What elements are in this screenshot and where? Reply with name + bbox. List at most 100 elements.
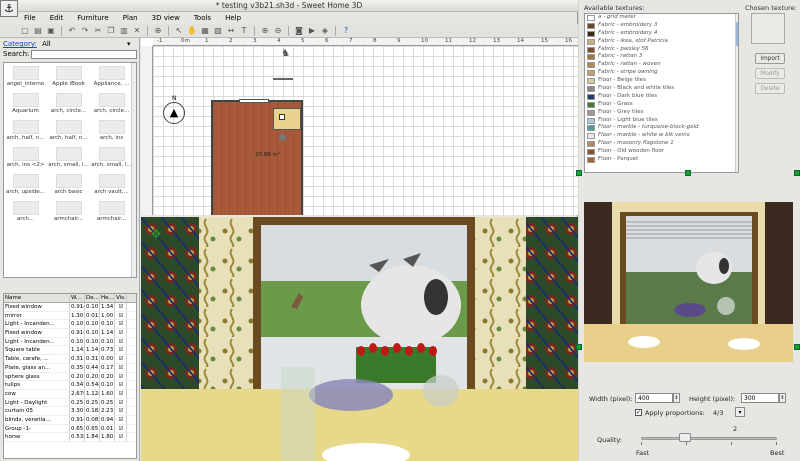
resize-handle[interactable] [685,170,691,176]
create-walls-icon[interactable]: ▦ [200,26,210,36]
menu-furniture[interactable]: Furniture [71,12,114,24]
texture-item[interactable]: a - grid meter [585,14,738,22]
lamp-icon[interactable] [279,134,286,141]
resize-handle[interactable] [794,344,800,350]
table-cell[interactable]: ☑ [115,372,127,381]
menu-edit[interactable]: Edit [44,12,70,24]
catalog-item[interactable]: arch, small, l... [47,144,90,171]
column-header[interactable]: Vis... [115,294,127,302]
catalog-item[interactable]: arch, ins <2> [4,144,47,171]
copy-icon[interactable]: ❐ [106,26,116,36]
category-dropdown-icon[interactable]: ▾ [127,40,131,49]
add-text-icon[interactable]: T [239,26,249,36]
catalog-scrollbar[interactable] [131,63,136,277]
texture-item[interactable]: Fabric - embroidery 4 [585,30,738,38]
table-cell[interactable]: ☑ [115,398,127,407]
room[interactable]: 23.88 m² [211,99,303,215]
3d-view[interactable]: ✥ [141,217,578,461]
catalog-item[interactable]: Apple iBook [47,63,90,90]
menu-3d-view[interactable]: 3D view [146,12,186,24]
table-cell[interactable]: ☑ [115,346,127,355]
table-cell[interactable]: ☑ [115,433,127,441]
table-row[interactable]: blinds, venetia...0.9140.0820.94☑ [4,415,136,425]
catalog-item[interactable]: angel_interno [4,63,47,90]
zoom-out-icon[interactable]: ⊖ [273,26,283,36]
texture-item[interactable]: Fabric - ikea, stof Patricia [585,38,738,46]
catalog-item[interactable]: arch vault,... [90,171,133,198]
resize-handle[interactable] [794,170,800,176]
texture-item[interactable]: Floor - Dark blue tiles [585,93,738,101]
navigation-arrows-icon[interactable]: ✥ [147,225,165,243]
wall-segment[interactable] [273,78,293,80]
texture-list-scrollbar[interactable] [735,14,738,172]
table-row[interactable]: Group -1- 0.65 0.65 0.01 ☑ [4,424,136,434]
table-cell[interactable]: ☑ [115,337,127,346]
menu-file[interactable]: File [18,12,42,24]
open-icon[interactable]: ▤ [33,26,43,36]
menu-help[interactable]: Help [219,12,247,24]
window-top[interactable] [239,99,269,103]
table-row[interactable]: horse0.5381.8431.80☑ [4,433,136,442]
compass-icon[interactable]: N ▲ [163,95,185,124]
table-row[interactable]: Light - Daylight 0.25 0.25 0.25 ☑ [4,398,136,408]
menu-plan[interactable]: Plan [117,12,144,24]
create-rooms-icon[interactable]: ▧ [213,26,223,36]
create-dimensions-icon[interactable]: ↔ [226,26,236,36]
column-header[interactable]: Name [4,294,70,302]
plan-grid[interactable]: 23.88 m² ♞ N ▲ [153,46,578,215]
catalog-item[interactable]: arch, half, n... [47,117,90,144]
table-row[interactable]: sphere glass 0.20 0.20 0.20 ☑ [4,372,136,382]
texture-item[interactable]: Fabric - rattan - woven [585,61,738,69]
pan-mode-icon[interactable]: ✋ [187,26,197,36]
texture-item[interactable]: Fabric - stripe owning [585,69,738,77]
new-icon[interactable]: ▢ [20,26,30,36]
table-row[interactable]: mirror1.300.0121.00☑ [4,311,136,321]
table-cell[interactable]: ☑ [115,407,127,415]
proportions-dropdown-icon[interactable]: ▾ [735,407,745,417]
texture-item[interactable]: Fabric - embroidery 3 [585,22,738,30]
table-cell[interactable]: ☑ [115,389,127,398]
import-button[interactable]: Import [755,53,785,64]
select-mode-icon[interactable]: ↖ [174,26,184,36]
texture-item[interactable]: Floor - marble - turquoise-block-gold [585,124,738,132]
height-input[interactable]: 300 [741,393,779,403]
column-header[interactable]: W... [70,294,85,302]
apply-proportions-checkbox[interactable]: ✓ [635,409,642,416]
search-input[interactable] [31,50,137,59]
table-cell[interactable]: ☑ [115,363,127,372]
catalog-item[interactable]: Aquarium [4,90,47,117]
furniture-icon[interactable] [279,114,285,120]
catalog-item[interactable]: arch, upside... [4,171,47,198]
horse-icon[interactable]: ♞ [281,48,303,60]
table-cell[interactable]: ☑ [115,320,127,329]
resize-handle[interactable] [576,344,582,350]
save-icon[interactable]: ▣ [46,26,56,36]
catalog-item[interactable]: arch... [4,198,47,225]
undo-icon[interactable]: ↶ [67,26,77,36]
table-cell[interactable]: ☑ [115,424,127,433]
catalog-item[interactable]: arch, small, l... [90,144,133,171]
quality-slider[interactable] [641,437,777,440]
redo-icon[interactable]: ↷ [80,26,90,36]
catalog-item[interactable]: arch basic [47,171,90,198]
table-row[interactable]: Light - Incanden... 0.10 0.10 0.10 ☑ [4,320,136,330]
table-row[interactable]: cow2.6701.1281.60☑ [4,389,136,399]
modify-button[interactable]: Modify [755,68,785,79]
table-row[interactable]: Table, carafe, ...0.3110.3110.00☑ [4,355,136,364]
height-spinner[interactable]: ⇕ [779,393,786,403]
texture-item[interactable]: Floor - Grass [585,101,738,109]
catalog-item[interactable]: arch, circle... [90,90,133,117]
table-cell[interactable]: ☑ [115,415,127,424]
aerial-view-icon[interactable]: ◈ [320,26,330,36]
delete-button[interactable]: Delete [755,83,785,94]
cut-icon[interactable]: ✂ [93,26,103,36]
table-cell[interactable]: ☑ [115,355,127,363]
catalog-item[interactable]: arch, ins [90,117,133,144]
zoom-in-icon[interactable]: ⊕ [260,26,270,36]
table-row[interactable]: Fixed window0.9140.101.14☑ [4,329,136,338]
table-cell[interactable]: ☑ [115,381,127,389]
create-video-icon[interactable]: ▶ [307,26,317,36]
texture-item[interactable]: Floor - Black and white tiles [585,85,738,93]
quality-slider-knob[interactable] [679,433,691,442]
help-icon[interactable]: ? [341,26,351,36]
